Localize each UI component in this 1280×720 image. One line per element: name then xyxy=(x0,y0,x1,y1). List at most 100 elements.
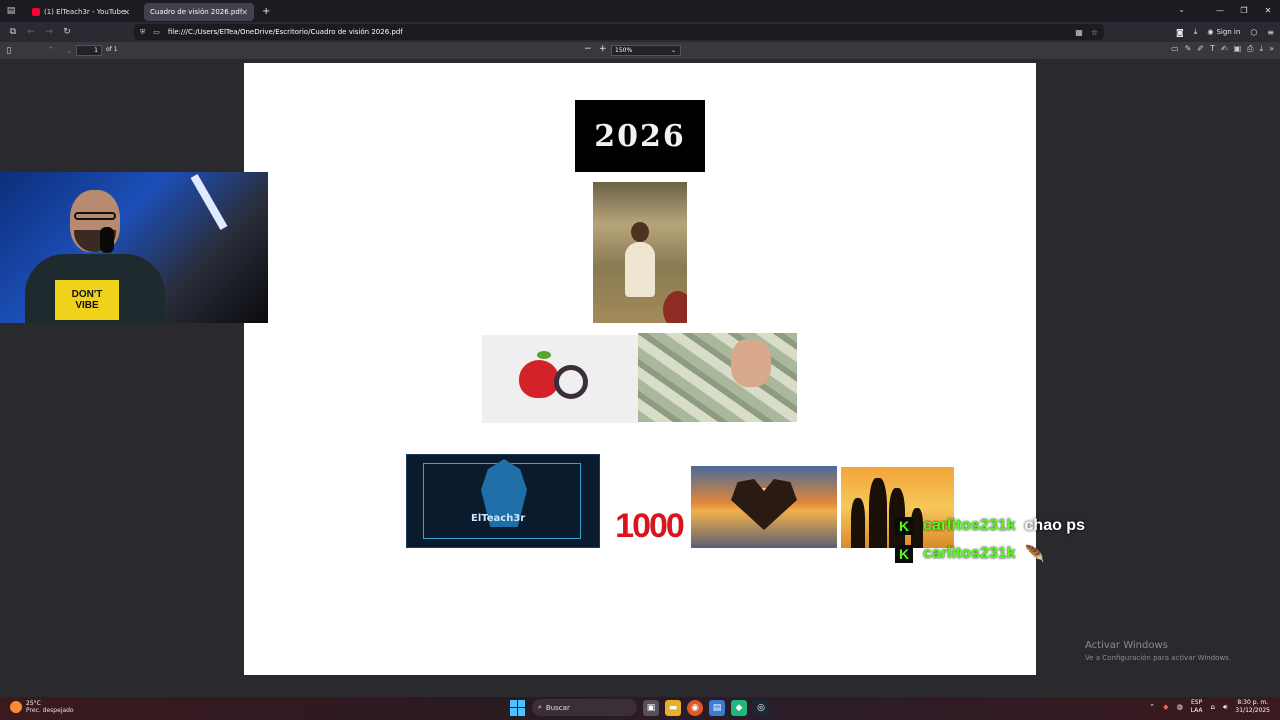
zoom-out-icon[interactable]: − xyxy=(584,44,592,54)
taskbar: 25°C Prec. despejado ⌕ Buscar ▣ ▬ ◉ ▤ ◆ … xyxy=(0,697,1280,720)
watermark-title: Activar Windows xyxy=(1085,640,1168,651)
pdf-page: 2026 ElTeach3r 1000 xyxy=(244,63,1036,675)
comment-icon[interactable]: ▭ xyxy=(1171,44,1179,54)
windows-start-icon[interactable] xyxy=(510,699,526,716)
search-label: Buscar xyxy=(545,703,570,712)
screenshot-icon[interactable]: ◙ xyxy=(1176,28,1184,37)
account-icon: ◉ xyxy=(1207,28,1214,36)
weather-condition: Prec. despejado xyxy=(26,707,74,714)
firefox-icon[interactable]: ◉ xyxy=(687,699,703,716)
weather-temp: 25°C xyxy=(26,700,41,707)
lang-primary: ESP xyxy=(1190,699,1203,706)
page-count: of 1 xyxy=(106,46,118,53)
language-indicator[interactable]: ESP LAA xyxy=(1191,699,1203,715)
weather-widget[interactable]: 25°C Prec. despejado xyxy=(10,700,74,714)
wolf-logo-text: ElTeach3r xyxy=(471,513,526,524)
print-icon[interactable]: ⎙ xyxy=(1247,44,1253,54)
reload-icon[interactable]: ↻ xyxy=(58,27,76,37)
clock-time: 8:30 p. m. xyxy=(1237,699,1269,706)
chat-text: chao ps xyxy=(1024,517,1085,534)
tab-overview-icon[interactable]: ⧉ xyxy=(4,27,22,37)
close-tab-icon[interactable]: ✕ xyxy=(123,8,130,17)
thousand-image: 1000 xyxy=(610,503,688,549)
screen: ▤ (1) ElTeach3r - YouTube ✕ Cuadro de vi… xyxy=(0,0,1280,720)
signature-icon[interactable]: ✍ xyxy=(1221,44,1228,54)
nav-bar: ⧉ ← → ↻ ⛨ ▭ file:///C:/Users/ElTea/OneDr… xyxy=(0,22,1280,42)
page-info-icon[interactable]: ▭ xyxy=(153,28,160,36)
forward-icon[interactable]: → xyxy=(40,27,58,37)
zoom-select[interactable]: 150% ⌄ xyxy=(611,45,681,56)
tab-label: (1) ElTeach3r - YouTube xyxy=(44,8,126,16)
chat-username: carlitos231k xyxy=(923,517,1016,534)
taskbar-apps: ⌕ Buscar ▣ ▬ ◉ ▤ ◆ ◎ xyxy=(510,699,769,716)
mic-tray-icon[interactable]: ◍ xyxy=(1177,703,1183,711)
highlight-icon[interactable]: ✎ xyxy=(1185,44,1192,54)
steam-icon[interactable]: ◎ xyxy=(753,699,769,716)
clock[interactable]: 8:30 p. m. 31/12/2025 xyxy=(1235,699,1270,715)
heart-hands-photo xyxy=(691,466,837,548)
restore-icon[interactable]: ❐ xyxy=(1232,0,1256,22)
wolf-logo-banner: ElTeach3r xyxy=(406,454,600,548)
activate-windows-watermark: Activar Windows Ve a Configuración para … xyxy=(1085,640,1231,662)
volume-icon[interactable]: 🔊︎ xyxy=(1223,703,1227,712)
bookmark-star-icon[interactable]: ☆ xyxy=(1091,28,1098,37)
close-window-icon[interactable]: ✕ xyxy=(1256,0,1280,22)
downloads-icon[interactable]: ⤓ xyxy=(1194,27,1198,37)
app-tray-icon[interactable]: ◆ xyxy=(1163,703,1168,711)
tab-pdf[interactable]: Cuadro de visión 2026.pdf ✕ xyxy=(144,3,254,21)
kick-badge-icon: K xyxy=(895,517,913,535)
save-icon[interactable]: ⤓ xyxy=(1260,44,1264,54)
new-tab-icon[interactable]: + xyxy=(262,6,270,17)
shirt-print: DON'T VIBE xyxy=(55,280,119,320)
zoom-value: 150% xyxy=(615,47,633,54)
list-tabs-icon[interactable]: ⌄ xyxy=(1178,5,1185,14)
pdf-sidebar-icon[interactable]: ▯ xyxy=(0,46,18,56)
shirt-text-line2: VIBE xyxy=(75,300,99,311)
taskbar-search[interactable]: ⌕ Buscar xyxy=(532,699,637,716)
system-tray: ⌃ ◆ ◍ ESP LAA ⌂ 🔊︎ 8:30 p. m. 31/12/2025 xyxy=(1149,699,1270,715)
store-icon[interactable]: ▤ xyxy=(709,699,725,716)
chat-emote: 🪶 xyxy=(1024,546,1045,563)
shield-icon[interactable]: ⛨ xyxy=(140,28,145,37)
chat-username: carlitos231k xyxy=(923,545,1016,562)
sidebar-toggle-icon[interactable]: ▤ xyxy=(2,6,20,16)
thousand-text: 1000 xyxy=(615,506,685,545)
app-green-icon[interactable]: ◆ xyxy=(731,699,747,716)
pdf-viewer[interactable]: 2026 ElTeach3r 1000 xyxy=(0,59,1280,697)
tab-strip: ▤ (1) ElTeach3r - YouTube ✕ Cuadro de vi… xyxy=(0,0,1280,22)
tab-youtube[interactable]: (1) ElTeach3r - YouTube ✕ xyxy=(26,3,136,21)
page-number-input[interactable]: 1 xyxy=(76,45,102,56)
image-icon[interactable]: ▣ xyxy=(1234,44,1242,54)
extensions-icon[interactable]: ⬡ xyxy=(1250,28,1257,37)
previous-page-icon[interactable]: ⌃ xyxy=(42,46,60,56)
task-view-icon[interactable]: ▣ xyxy=(643,699,659,716)
url-text[interactable]: file:///C:/Users/ElTea/OneDrive/Escritor… xyxy=(168,28,403,36)
more-tools-icon[interactable]: » xyxy=(1269,44,1274,54)
pdf-tools: ▭ ✎ ✐ T ✍ ▣ ⎙ ⤓ » xyxy=(1171,44,1274,54)
money-photo xyxy=(638,333,797,422)
text-icon[interactable]: T xyxy=(1210,44,1215,54)
nav-right-tools: ◙ ⤓ ◉ Sign in ⬡ ≡ xyxy=(1176,22,1274,42)
file-explorer-icon[interactable]: ▬ xyxy=(665,699,681,716)
sign-in-button[interactable]: ◉ Sign in xyxy=(1207,28,1240,36)
back-icon[interactable]: ← xyxy=(22,27,40,37)
chat-message: K carlitos231k chao ps xyxy=(895,514,1085,538)
show-hidden-icons[interactable]: ⌃ xyxy=(1149,703,1155,711)
shirt-text-line1: DON'T xyxy=(71,289,103,300)
url-bar[interactable]: ⛨ ▭ file:///C:/Users/ElTea/OneDrive/Escr… xyxy=(134,24,1104,40)
window-controls: — ❐ ✕ xyxy=(1208,0,1280,22)
search-icon: ⌕ xyxy=(538,703,542,711)
chevron-down-icon: ⌄ xyxy=(670,47,676,54)
reader-view-icon[interactable]: ▦ xyxy=(1075,28,1083,37)
menu-icon[interactable]: ≡ xyxy=(1267,28,1274,37)
zoom-in-icon[interactable]: + xyxy=(599,44,607,54)
kick-badge-icon: K xyxy=(895,545,913,563)
apple-health-image xyxy=(482,335,638,423)
chat-overlay: K carlitos231k chao ps K carlitos231k 🪶 xyxy=(895,514,1085,570)
webcam-overlay: DON'T VIBE xyxy=(0,172,268,323)
close-tab-icon[interactable]: ✕ xyxy=(241,8,248,17)
network-icon[interactable]: ⌂ xyxy=(1211,703,1215,711)
lang-secondary: LAA xyxy=(1190,707,1203,714)
draw-icon[interactable]: ✐ xyxy=(1197,44,1204,54)
minimize-icon[interactable]: — xyxy=(1208,0,1232,22)
